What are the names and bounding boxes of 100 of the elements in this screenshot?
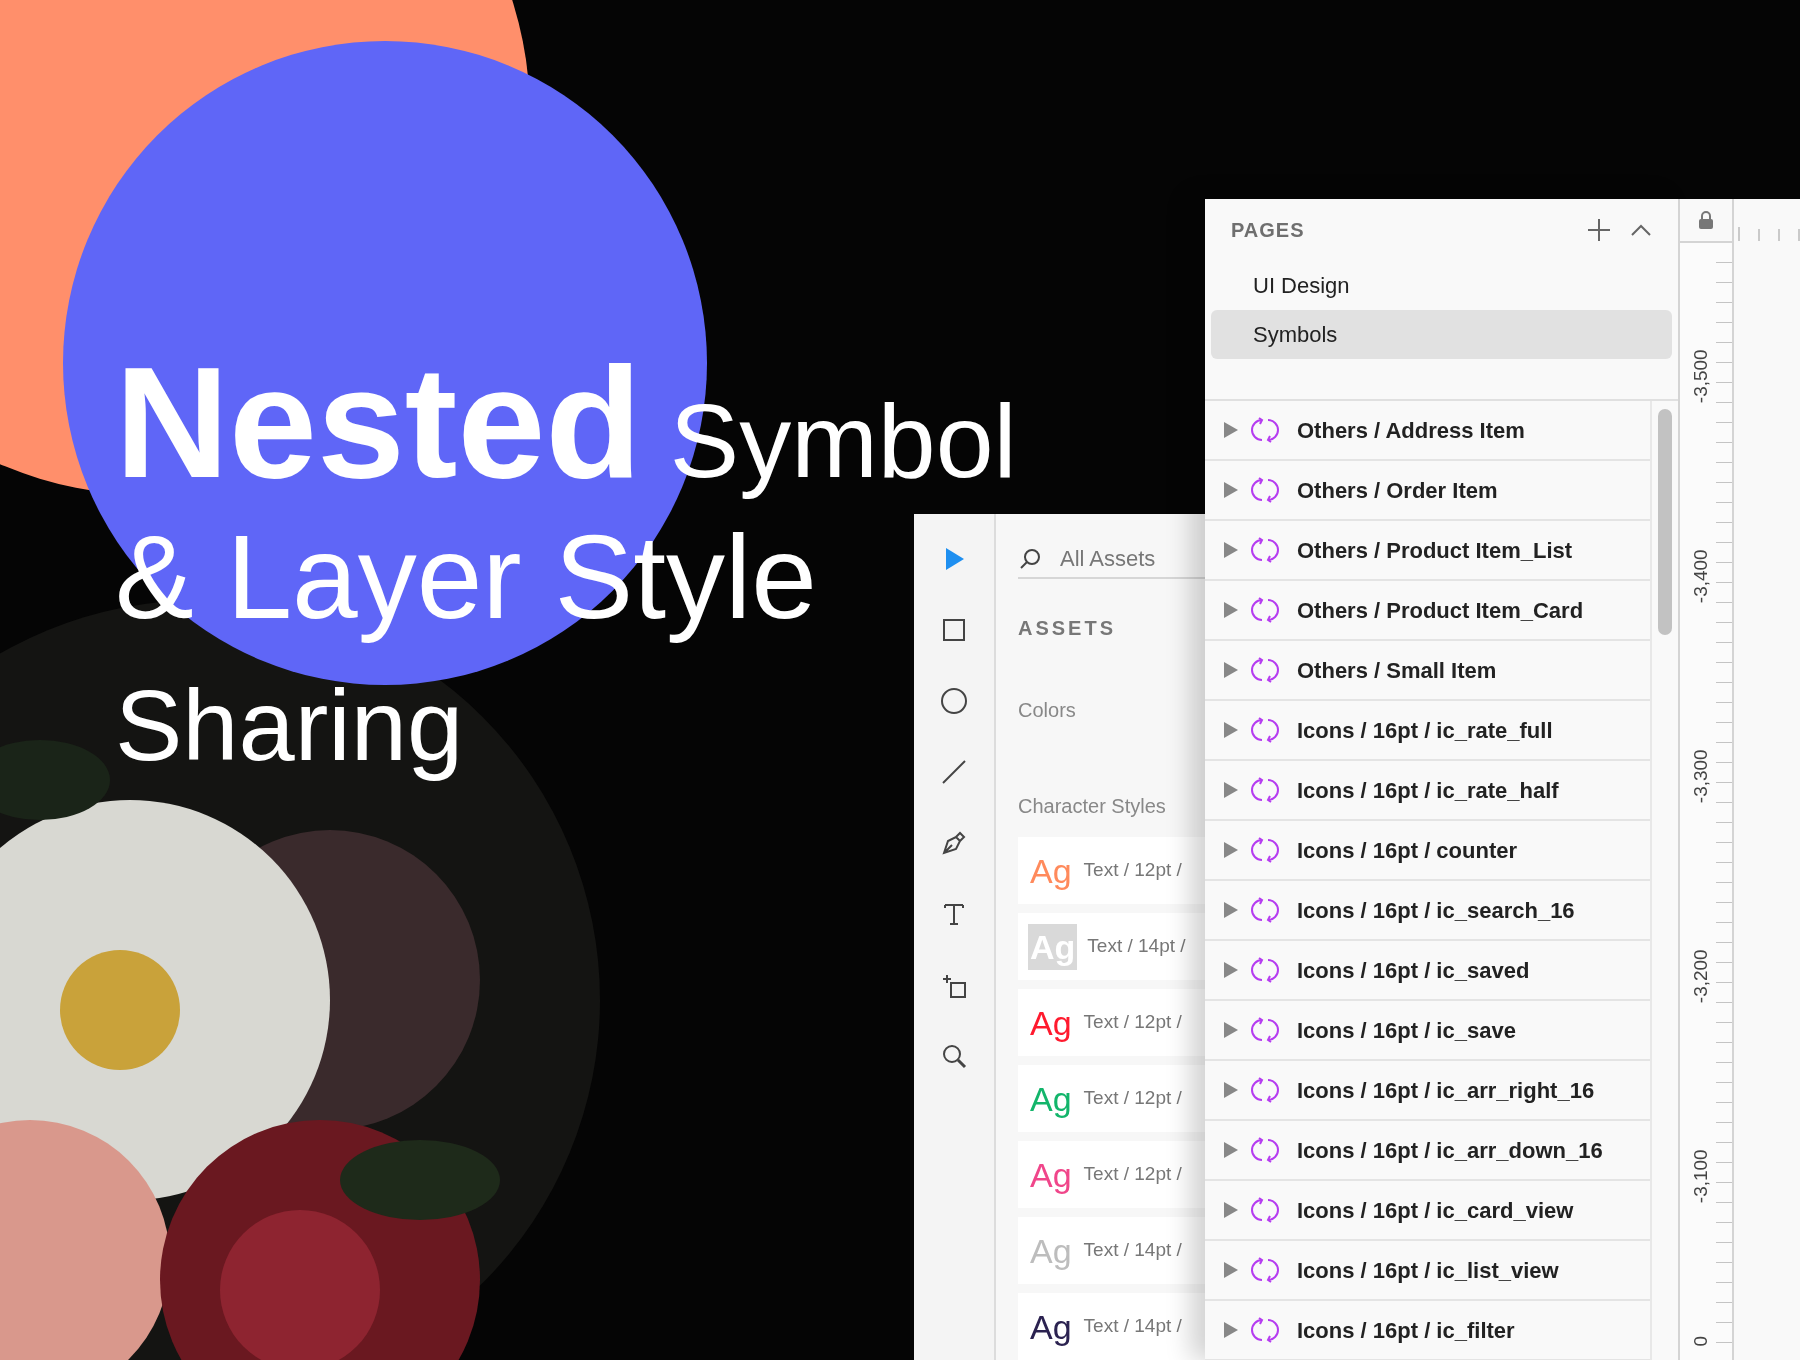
ruler-label: -3,200 [1688,948,1712,1006]
collapse-icon[interactable] [1630,223,1652,237]
symbol-row[interactable]: Icons / 16pt / ic_search_16 [1205,881,1650,941]
page-item[interactable]: UI Design [1211,261,1672,310]
symbol-row[interactable]: Others / Small Item [1205,641,1650,701]
ruler-label: -3,500 [1688,348,1712,406]
disclosure-icon[interactable] [1223,421,1239,439]
symbol-row[interactable]: Icons / 16pt / ic_save [1205,1001,1650,1061]
disclosure-icon[interactable] [1223,1081,1239,1099]
symbol-name: Others / Product Item_List [1297,536,1573,565]
style-name: Text / 14pt / [1087,934,1186,959]
ruler-label: 0 [1688,1334,1712,1349]
lock-icon[interactable] [1698,211,1714,229]
style-name: Text / 12pt / [1083,1162,1182,1187]
style-sample: Ag [1029,1230,1073,1272]
style-sample: Ag [1029,1078,1073,1120]
character-style-item[interactable]: Ag Text / 12pt / [1018,1065,1205,1132]
symbol-row[interactable]: Icons / 16pt / ic_list_view [1205,1241,1650,1301]
symbol-icon [1251,416,1279,444]
headline-text: Sharing [115,668,464,783]
symbol-name: Icons / 16pt / ic_save [1297,1016,1516,1045]
style-sample: Ag [1029,1306,1073,1348]
style-name: Text / 14pt / [1083,1238,1182,1263]
page-item[interactable]: Symbols [1211,310,1672,359]
disclosure-icon[interactable] [1223,661,1239,679]
character-style-item[interactable]: Ag Text / 12pt / [1018,989,1205,1056]
disclosure-icon[interactable] [1223,541,1239,559]
symbol-row[interactable]: Icons / 16pt / ic_saved [1205,941,1650,1001]
symbol-name: Icons / 16pt / ic_list_view [1297,1256,1559,1285]
symbol-name: Icons / 16pt / counter [1297,836,1518,865]
symbol-name: Others / Order Item [1297,476,1498,505]
symbol-row[interactable]: Icons / 16pt / ic_filter [1205,1301,1650,1360]
symbol-row[interactable]: Icons / 16pt / ic_card_view [1205,1181,1650,1241]
character-style-item[interactable]: Ag Text / 14pt / [1018,1293,1205,1360]
symbol-icon [1251,896,1279,924]
ruler-label: -3,400 [1688,548,1712,606]
section-title: ASSETS [1018,616,1118,641]
symbol-icon [1251,1136,1279,1164]
symbol-row[interactable]: Icons / 16pt / ic_arr_right_16 [1205,1061,1650,1121]
symbol-row[interactable]: Icons / 16pt / counter [1205,821,1650,881]
scrollbar[interactable] [1658,409,1672,635]
symbol-icon [1251,1016,1279,1044]
disclosure-icon[interactable] [1223,1201,1239,1219]
symbol-icon [1251,656,1279,684]
style-name: Text / 12pt / [1083,1086,1182,1111]
character-style-item[interactable]: Ag Text / 12pt / [1018,1141,1205,1208]
section-label: Character Styles [1018,794,1167,819]
symbol-icon [1251,476,1279,504]
symbol-icon [1251,1256,1279,1284]
search-icon [1018,546,1042,571]
add-icon[interactable] [1586,217,1612,243]
symbol-icon [1251,776,1279,804]
style-name: Text / 14pt / [1083,1314,1182,1339]
symbol-row[interactable]: Others / Product Item_Card [1205,581,1650,641]
style-name: Text / 12pt / [1083,858,1182,883]
disclosure-icon[interactable] [1223,721,1239,739]
character-style-item[interactable]: Ag Text / 12pt / [1018,837,1205,904]
horizontal-ruler [1738,227,1800,241]
symbol-name: Icons / 16pt / ic_search_16 [1297,896,1575,925]
disclosure-icon[interactable] [1223,1321,1239,1339]
symbol-name: Icons / 16pt / ic_card_view [1297,1196,1574,1225]
circle-icon[interactable] [939,686,969,716]
disclosure-icon[interactable] [1223,841,1239,859]
symbol-name: Icons / 16pt / ic_rate_full [1297,716,1553,745]
disclosure-icon[interactable] [1223,961,1239,979]
symbol-name: Icons / 16pt / ic_arr_right_16 [1297,1076,1595,1105]
symbol-icon [1251,1316,1279,1344]
symbol-name: Icons / 16pt / ic_rate_half [1297,776,1559,805]
style-sample: Ag [1029,1002,1073,1044]
symbol-icon [1251,956,1279,984]
disclosure-icon[interactable] [1223,901,1239,919]
symbol-row[interactable]: Icons / 16pt / ic_rate_full [1205,701,1650,761]
symbol-icon [1251,716,1279,744]
symbol-name: Others / Small Item [1297,656,1497,685]
symbol-name: Icons / 16pt / ic_filter [1297,1316,1515,1345]
character-style-item[interactable]: Ag Text / 14pt / [1018,1217,1205,1284]
symbol-row[interactable]: Others / Order Item [1205,461,1650,521]
disclosure-icon[interactable] [1223,1261,1239,1279]
ruler-label: -3,300 [1688,748,1712,806]
symbol-row[interactable]: Others / Product Item_List [1205,521,1650,581]
symbol-row[interactable]: Others / Address Item [1205,401,1650,461]
disclosure-icon[interactable] [1223,1141,1239,1159]
style-name: Text / 12pt / [1083,1010,1182,1035]
style-sample: Ag [1029,850,1073,892]
symbol-icon [1251,836,1279,864]
symbol-row[interactable]: Icons / 16pt / ic_rate_half [1205,761,1650,821]
symbol-icon [1251,1196,1279,1224]
symbol-icon [1251,536,1279,564]
symbol-name: Icons / 16pt / ic_saved [1297,956,1530,985]
disclosure-icon[interactable] [1223,781,1239,799]
disclosure-icon[interactable] [1223,481,1239,499]
headline-text: Nested [115,345,642,500]
symbol-name: Icons / 16pt / ic_arr_down_16 [1297,1136,1603,1165]
style-sample: Ag [1029,1154,1073,1196]
disclosure-icon[interactable] [1223,601,1239,619]
symbol-row[interactable]: Icons / 16pt / ic_arr_down_16 [1205,1121,1650,1181]
disclosure-icon[interactable] [1223,1021,1239,1039]
ruler-label: -3,100 [1688,1148,1712,1206]
symbol-icon [1251,1076,1279,1104]
symbol-name: Others / Address Item [1297,416,1525,445]
